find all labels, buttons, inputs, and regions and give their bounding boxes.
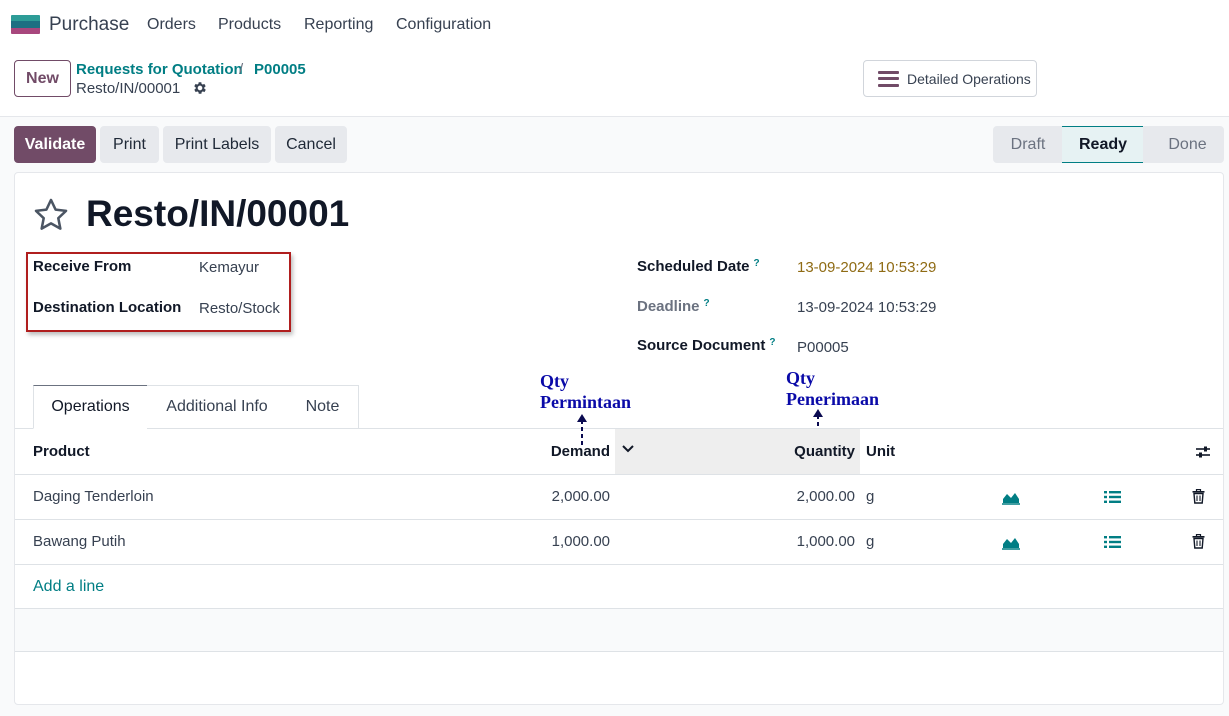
destination-location-field[interactable]: Resto/Stock <box>199 300 280 317</box>
scheduled-date-label: Scheduled Date? <box>637 258 760 275</box>
cancel-button[interactable]: Cancel <box>275 126 347 163</box>
breadcrumb-separator: / <box>239 61 244 78</box>
new-button[interactable]: New <box>14 60 71 97</box>
demand-cell: 2,000.00 <box>551 488 610 505</box>
source-document-field[interactable]: P00005 <box>797 339 849 356</box>
table-empty-row <box>15 608 1223 652</box>
unit-cell: g <box>866 488 875 505</box>
help-icon[interactable]: ? <box>769 337 775 348</box>
unit-cell: g <box>866 533 875 550</box>
print-labels-button[interactable]: Print Labels <box>163 126 271 163</box>
tab-additional-info[interactable]: Additional Info <box>147 385 288 429</box>
column-demand[interactable]: Demand <box>490 443 610 460</box>
list-icon <box>878 70 899 87</box>
optional-columns-icon[interactable] <box>1195 445 1211 459</box>
detailed-operations-button[interactable]: Detailed Operations <box>863 60 1037 97</box>
add-line-link[interactable]: Add a line <box>33 578 104 596</box>
details-list-icon[interactable] <box>1104 490 1121 504</box>
current-record-name: Resto/IN/00001 <box>76 80 181 97</box>
help-icon[interactable]: ? <box>704 298 710 309</box>
table-row[interactable]: Daging Tenderloin 2,000.00 2,000.00 g <box>15 475 1223 520</box>
source-document-label: Source Document? <box>637 337 776 354</box>
status-done[interactable]: Done <box>1143 126 1224 163</box>
star-icon[interactable] <box>32 196 70 234</box>
deadline-label: Deadline? <box>637 298 710 315</box>
menu-products[interactable]: Products <box>218 16 281 34</box>
breadcrumb-po[interactable]: P00005 <box>254 61 306 78</box>
forecast-chart-icon[interactable] <box>1002 535 1020 550</box>
status-ready[interactable]: Ready <box>1062 126 1144 163</box>
receive-from-label: Receive From <box>33 258 132 275</box>
table-row[interactable]: Bawang Putih 1,000.00 1,000.00 g <box>15 520 1223 565</box>
destination-location-label: Destination Location <box>33 299 182 316</box>
column-unit[interactable]: Unit <box>866 443 895 460</box>
validate-button[interactable]: Validate <box>14 126 96 163</box>
deadline-field[interactable]: 13-09-2024 10:53:29 <box>797 299 936 316</box>
product-cell[interactable]: Bawang Putih <box>33 533 126 550</box>
column-product[interactable]: Product <box>33 443 90 460</box>
annotation-demand: Qty Permintaan <box>540 371 631 412</box>
record-title: Resto/IN/00001 <box>86 193 350 234</box>
menu-configuration[interactable]: Configuration <box>396 16 491 34</box>
status-draft[interactable]: Draft <box>993 126 1063 163</box>
trash-icon[interactable] <box>1192 489 1205 504</box>
print-button[interactable]: Print <box>100 126 159 163</box>
help-icon[interactable]: ? <box>754 258 760 269</box>
scheduled-date-field[interactable]: 13-09-2024 10:53:29 <box>797 259 936 276</box>
quantity-cell[interactable]: 2,000.00 <box>735 488 855 505</box>
demand-cell: 1,000.00 <box>551 533 610 550</box>
tab-operations[interactable]: Operations <box>33 385 148 429</box>
menu-reporting[interactable]: Reporting <box>304 16 373 34</box>
control-panel: New Requests for Quotation / P00005 Rest… <box>0 50 1229 117</box>
app-name[interactable]: Purchase <box>49 14 129 36</box>
breadcrumb-rfq[interactable]: Requests for Quotation <box>76 61 243 78</box>
chevron-down-icon[interactable] <box>622 444 634 454</box>
detailed-operations-label: Detailed Operations <box>907 70 1031 87</box>
gear-icon[interactable] <box>192 80 208 96</box>
annotation-quantity: Qty Penerimaan <box>786 368 879 409</box>
quantity-cell[interactable]: 1,000.00 <box>735 533 855 550</box>
trash-icon[interactable] <box>1192 534 1205 549</box>
column-quantity[interactable]: Quantity <box>735 443 855 460</box>
table-header: Product Demand Quantity Unit <box>15 429 1223 475</box>
top-navbar: Purchase Orders Products Reporting Confi… <box>0 0 1229 50</box>
menu-orders[interactable]: Orders <box>147 16 196 34</box>
purchase-app-icon[interactable] <box>11 15 40 34</box>
forecast-chart-icon[interactable] <box>1002 490 1020 505</box>
receive-from-field[interactable]: Kemayur <box>199 259 259 276</box>
details-list-icon[interactable] <box>1104 535 1121 549</box>
product-cell[interactable]: Daging Tenderloin <box>33 488 154 505</box>
tab-note[interactable]: Note <box>287 385 359 429</box>
